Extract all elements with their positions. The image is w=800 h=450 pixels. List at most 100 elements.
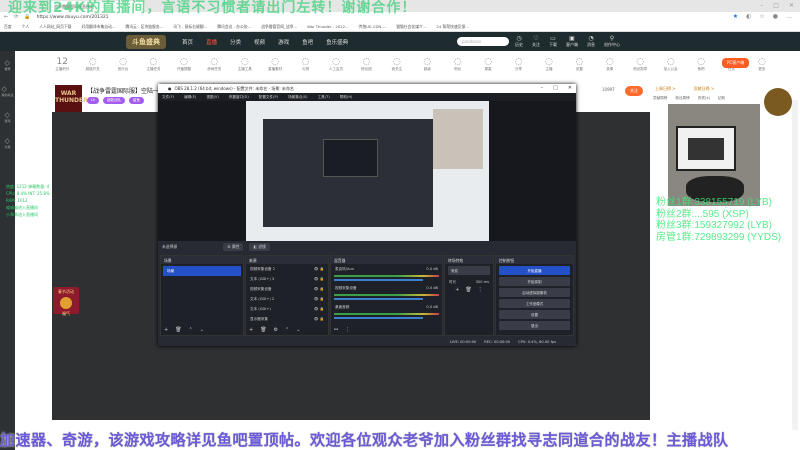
toolbar-item[interactable]: ◌ 分享 [508, 57, 528, 72]
toolbar-item[interactable]: ◌ 粉丝勋章 [630, 57, 650, 72]
toolbar-item[interactable]: ◌ 粉丝 [447, 57, 467, 72]
source-item[interactable]: 显示器采集 👁 🔒 [246, 314, 328, 324]
control-button-5[interactable]: 退出 [499, 321, 570, 330]
control-button-2[interactable]: 启动虚拟摄像机 [499, 288, 570, 297]
down-icon[interactable]: ⌄ [296, 327, 300, 333]
pc-client-button[interactable]: PC客户端 [722, 58, 750, 68]
header-5-button[interactable]: ⚲ 创作中心 [604, 35, 620, 48]
trash-icon[interactable]: 🗑 [260, 327, 266, 333]
duration-field[interactable]: 时长 300 ms [445, 277, 493, 287]
source-item[interactable]: 视频采集设备 👁 🔒 [246, 284, 328, 294]
control-button-3[interactable]: 工作室模式 [499, 299, 570, 308]
douyu-logo[interactable]: 斗鱼盛典 [126, 34, 166, 49]
weekly-rank-link[interactable]: 上周日榜 > [655, 86, 676, 92]
profile-icon[interactable]: ● [773, 13, 778, 20]
transition-select[interactable]: 渐变 [448, 266, 490, 275]
bookmark-item[interactable]: 百度 [4, 24, 12, 30]
star-icon[interactable]: ★ [733, 13, 738, 20]
header-4-button[interactable]: ◔ 消息 [587, 35, 595, 48]
obs-preview[interactable] [158, 101, 576, 241]
maximize-icon[interactable]: □ [553, 85, 558, 91]
sidebar-item[interactable]: ◇ 分类 [4, 137, 10, 149]
bookmark-item[interactable]: 猫猫社会化媒介... [396, 24, 426, 30]
event-avatar[interactable] [764, 88, 792, 116]
nav-item[interactable]: 鱼乐盛典 [326, 38, 348, 46]
eye-lock-icon[interactable]: 👁 🔒 [314, 267, 324, 271]
obs-menu-item[interactable]: 帮助(H) [340, 95, 353, 100]
toolbar-item[interactable]: ◌ 主播任务 [143, 57, 163, 72]
obs-menu-item[interactable]: 编辑(E) [184, 95, 196, 100]
obs-menu-item[interactable]: 场景集合(S) [288, 95, 307, 100]
more-icon[interactable]: ⋮ [478, 287, 483, 293]
minimize-icon[interactable]: – [541, 85, 544, 91]
source-item[interactable]: 文本 (GDI+) 3 👁 🔒 [246, 274, 328, 284]
toolbar-item[interactable]: ◌ 房间任务 [204, 57, 224, 72]
toolbar-item[interactable]: ◌ 超能开关 [82, 57, 102, 72]
header-0-button[interactable]: ◷ 历史 [515, 35, 523, 48]
trash-icon[interactable]: 🗑 [175, 327, 181, 333]
source-item[interactable]: 文本 (GDI+) 2 👁 🔒 [246, 294, 328, 304]
volume-slider[interactable] [334, 298, 423, 300]
bookmark-item[interactable]: 人人网站_网页下载 [39, 24, 71, 30]
eye-lock-icon[interactable]: 👁 🔒 [314, 317, 324, 321]
add-icon[interactable]: + [249, 327, 253, 333]
toolbar-item[interactable]: ◌ 开播提醒 [174, 57, 194, 72]
sidebar-item[interactable]: ◇ 推荐 [4, 59, 10, 71]
bookmark-item[interactable]: 24 帮帮快速反馈... [436, 24, 468, 30]
close-icon[interactable]: ✕ [789, 2, 794, 9]
sidebar-item[interactable]: ◇ 我的关注 [1, 85, 13, 97]
eye-lock-icon[interactable]: 👁 🔒 [314, 277, 324, 281]
source-item[interactable]: 视频采集设备 2 👁 🔒 [246, 264, 328, 274]
header-1-button[interactable]: ♡ 关注 [532, 35, 540, 48]
toolbar-item[interactable]: ◌ 粉丝团 [356, 57, 376, 72]
bookmark-item[interactable]: 讯飞 - 鼠标右键翻... [173, 24, 207, 30]
toolbar-item[interactable]: ◌ 周星 [478, 57, 498, 72]
rank-tab[interactable]: 钻粉 [718, 96, 725, 101]
filters-button[interactable]: ◧ 滤镜 [249, 243, 270, 251]
nav-item[interactable]: 鱼吧 [302, 38, 313, 46]
toolbar-item[interactable]: ◌ 录像 [600, 57, 620, 72]
streamer-avatar[interactable]: WAR THUNDER [55, 85, 88, 112]
nav-item[interactable]: 首页 [182, 38, 193, 46]
more-icon[interactable]: ⋮ [345, 327, 350, 333]
header-2-button[interactable]: ▭ 下载 [549, 35, 557, 48]
nav-item[interactable]: 直播 [206, 38, 217, 46]
bookmark-item[interactable]: War Thunder - 2022... [307, 24, 349, 29]
minimize-icon[interactable]: – [760, 2, 763, 9]
obs-menu-item[interactable]: 工具(T) [318, 95, 330, 100]
scrollbar[interactable] [792, 100, 798, 430]
search-input[interactable]: pandoran [457, 37, 509, 46]
add-icon[interactable]: + [164, 327, 168, 333]
obs-menu-item[interactable]: 文件(F) [162, 95, 174, 100]
toolbar-item[interactable]: ◌ 礼物 [295, 57, 315, 72]
trash-icon[interactable]: 🗑 [465, 287, 471, 293]
toolbar-item[interactable]: ◌ 更多 [752, 57, 772, 72]
daily-rank-link[interactable]: 贡献日榜 > [694, 86, 715, 92]
volume-slider[interactable] [334, 317, 423, 319]
bookmark-item[interactable]: 腾讯会议 - 办公协... [217, 24, 251, 30]
up-icon[interactable]: ⌃ [285, 327, 289, 333]
link-icon[interactable]: ⚯ [334, 327, 338, 333]
nav-item[interactable]: 分类 [230, 38, 241, 46]
scene-item[interactable]: 场景 [163, 266, 241, 276]
eye-lock-icon[interactable]: 👁 🔒 [314, 307, 324, 311]
toolbar-item[interactable]: ◌ 人工会员 [326, 57, 346, 72]
nav-item[interactable]: 视频 [254, 38, 265, 46]
gift-event[interactable]: 春节活动 福气 [53, 287, 79, 316]
obs-menu-item[interactable]: 配置文件(P) [259, 95, 278, 100]
obs-menu-item[interactable]: 视图(V) [206, 95, 218, 100]
bookmark-item[interactable]: 传统UE-CDN-... [359, 24, 387, 30]
obs-menu-item[interactable]: 停靠窗口(D) [229, 95, 249, 100]
toolbar-item[interactable]: ◌ 主播 [539, 57, 559, 72]
bookmark-item[interactable]: 战争雷霆官网_战争... [261, 24, 297, 30]
properties-button[interactable]: ⚙ 属性 [223, 243, 244, 251]
rank-tab[interactable]: 贡献周榜 [653, 96, 667, 101]
sidebar-item[interactable]: ◇ 游戏 [4, 111, 10, 123]
eye-lock-icon[interactable]: 👁 🔒 [314, 297, 324, 301]
toolbar-item[interactable]: ◌ 鱼吧 [691, 57, 711, 72]
up-icon[interactable]: ⌃ [189, 327, 193, 333]
bookmark-item[interactable]: 好用翻译市集自动... [81, 24, 115, 30]
extensions-icon[interactable]: ◐ [746, 13, 751, 20]
maximize-icon[interactable]: □ [773, 2, 779, 9]
down-icon[interactable]: ⌄ [200, 327, 204, 333]
